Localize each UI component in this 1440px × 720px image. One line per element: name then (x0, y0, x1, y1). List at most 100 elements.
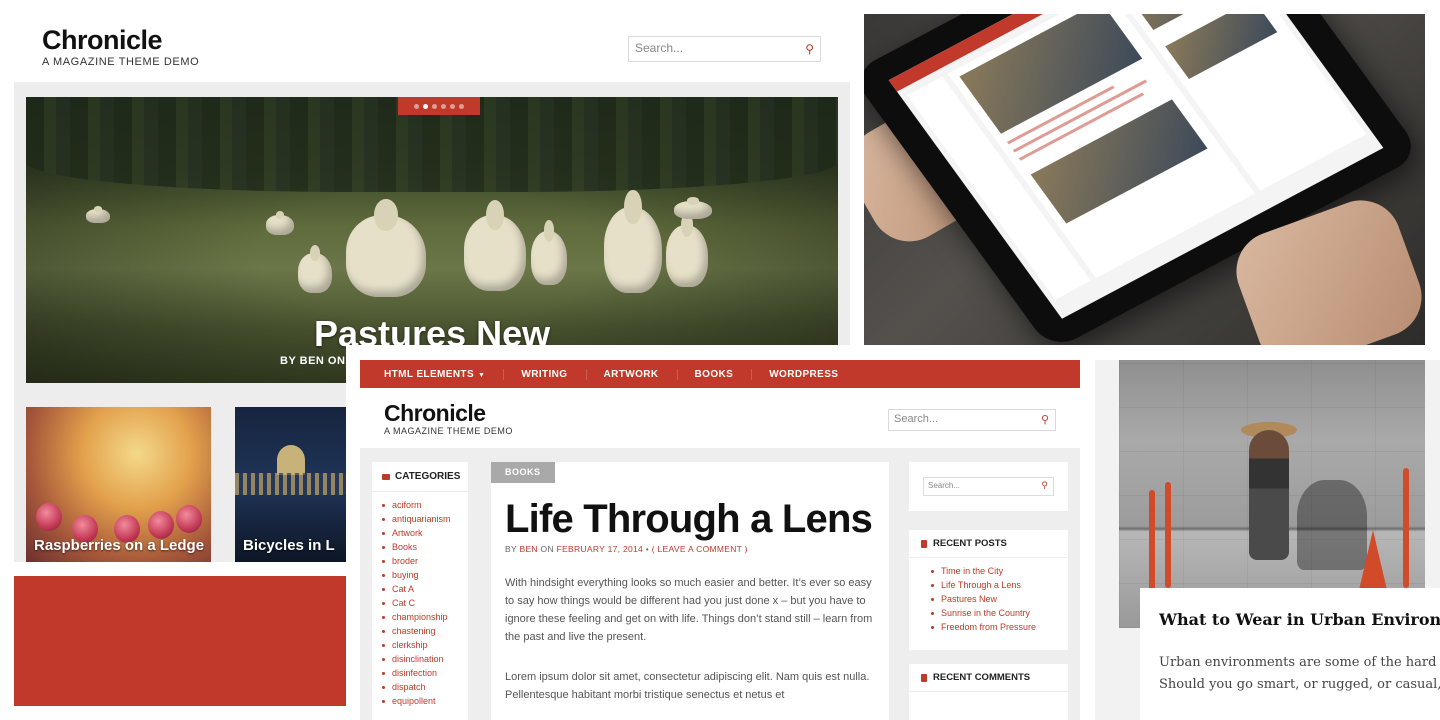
nav-item-html-elements[interactable]: HTML ELEMENTS ▼ (384, 368, 505, 380)
traffic-pole (1403, 468, 1409, 588)
nav-label: HTML ELEMENTS (384, 368, 475, 380)
category-link[interactable]: disinclination (382, 652, 468, 666)
category-link[interactable]: Cat A (382, 582, 468, 596)
traffic-pole (1165, 482, 1171, 588)
category-link[interactable]: aciform (382, 498, 468, 512)
slider-dot[interactable] (450, 103, 455, 109)
comment-link[interactable]: ( LEAVE A COMMENT ) (652, 544, 748, 554)
featured-thumb[interactable]: Bicycles in L (235, 407, 353, 562)
primary-nav: HTML ELEMENTS ▼ WRITING ARTWORK BOOKS WOR… (360, 360, 1080, 388)
nav-item-artwork[interactable]: ARTWORK (604, 368, 678, 380)
categories-widget: CATEGORIES aciform antiquarianism Artwor… (372, 462, 468, 720)
hero-slider[interactable]: Pastures New BY BEN ON (26, 97, 838, 383)
folder-icon (382, 473, 390, 480)
recent-post-link[interactable]: Sunrise in the Country (931, 606, 1068, 620)
sheep (86, 206, 110, 223)
article-title[interactable]: What to Wear in Urban Environn (1159, 610, 1440, 629)
slider-dot[interactable] (459, 103, 464, 109)
article-paragraph: Lorem ipsum dolor sit amet, consectetur … (505, 671, 870, 701)
meta-separator: • (645, 544, 650, 554)
search-icon[interactable]: ⚲ (1041, 413, 1049, 426)
category-link[interactable]: clerkship (382, 638, 468, 652)
search-input[interactable]: Search... ⚲ (628, 36, 821, 62)
category-link[interactable]: dispatch (382, 680, 468, 694)
hero-byline: BY BEN ON (280, 355, 346, 367)
sheep (298, 245, 332, 293)
widget-title: CATEGORIES (395, 471, 461, 482)
article-title[interactable]: Life Through a Lens (505, 495, 873, 543)
sheep (346, 198, 426, 297)
thumb-title[interactable]: Bicycles in L (243, 537, 335, 554)
slider-dot-active[interactable] (423, 103, 428, 109)
content-area: CATEGORIES aciform antiquarianism Artwor… (360, 448, 1080, 720)
tablet-photo (864, 14, 1425, 345)
nav-item-wordpress[interactable]: WORDPRESS (769, 369, 856, 380)
excerpt-line: Should you go smart, or rugged, or casua… (1159, 677, 1440, 692)
bookmark-icon (921, 539, 927, 548)
search-widget: Search... ⚲ (909, 462, 1068, 511)
main-page-panel: HTML ELEMENTS ▼ WRITING ARTWORK BOOKS WOR… (346, 345, 1094, 720)
recent-posts-widget: RECENT POSTS Time in the City Life Throu… (909, 530, 1068, 650)
category-badge[interactable]: BOOKS (491, 462, 555, 483)
recent-posts-list: Time in the City Life Through a Lens Pas… (909, 558, 1068, 634)
category-link[interactable]: disinfection (382, 666, 468, 680)
sheep (464, 199, 526, 291)
recent-post-link[interactable]: Life Through a Lens (931, 578, 1068, 592)
slider-dot[interactable] (441, 103, 446, 109)
raspberry (176, 505, 202, 533)
city-lights (235, 473, 353, 495)
widget-title: RECENT COMMENTS (933, 672, 1031, 683)
search-icon[interactable]: ⚲ (1041, 480, 1048, 491)
search-icon[interactable]: ⚲ (805, 42, 814, 56)
raspberry (36, 503, 62, 531)
excerpt-line: Urban environments are some of the hard (1159, 655, 1437, 670)
category-link[interactable]: championship (382, 610, 468, 624)
author-link[interactable]: BEN (519, 544, 537, 554)
article-meta: BY BEN ON FEBRUARY 17, 2014 • ( LEAVE A … (505, 544, 748, 554)
nav-item-books[interactable]: BOOKS (695, 368, 753, 380)
sidebar-search-input[interactable]: Search... ⚲ (923, 477, 1054, 496)
recent-post-link[interactable]: Time in the City (931, 564, 1068, 578)
slider-dot[interactable] (414, 103, 419, 109)
chevron-down-icon: ▼ (478, 371, 486, 379)
comment-icon (921, 673, 927, 682)
nav-item-writing[interactable]: WRITING (521, 368, 587, 380)
thumb-title[interactable]: Raspberries on a Ledge (34, 537, 204, 554)
category-link[interactable]: Cat C (382, 596, 468, 610)
sheep (266, 211, 294, 235)
recent-post-link[interactable]: Pastures New (931, 592, 1068, 606)
traffic-pole (1149, 490, 1155, 590)
category-link[interactable]: Artwork (382, 526, 468, 540)
widget-header: RECENT POSTS (909, 530, 1068, 558)
category-link[interactable]: buying (382, 568, 468, 582)
meta-by: BY (505, 544, 517, 554)
article-excerpt-card: What to Wear in Urban Environn Urban env… (1140, 588, 1440, 720)
sheep (666, 212, 708, 287)
site-branding: Chronicle A MAGAZINE THEME DEMO (42, 24, 199, 68)
widget-title: RECENT POSTS (933, 538, 1007, 549)
figure-shadow (1297, 480, 1367, 570)
article-excerpt: Urban environments are some of the hard … (1159, 652, 1440, 696)
slider-dot[interactable] (432, 103, 437, 109)
category-link[interactable]: Books (382, 540, 468, 554)
category-link[interactable]: broder (382, 554, 468, 568)
featured-thumb[interactable]: Raspberries on a Ledge (26, 407, 211, 562)
article-paragraph: With hindsight everything looks so much … (505, 577, 873, 643)
category-link[interactable]: antiquarianism (382, 512, 468, 526)
meta-on: ON (540, 544, 554, 554)
woman-figure (1249, 430, 1289, 560)
category-list: aciform antiquarianism Artwork Books bro… (372, 492, 468, 708)
sheep (531, 220, 567, 285)
date-link[interactable]: FEBRUARY 17, 2014 (557, 544, 644, 554)
recent-post-link[interactable]: Freedom from Pressure (931, 620, 1068, 634)
search-placeholder: Search... (635, 41, 684, 55)
slider-pagination[interactable] (398, 97, 480, 115)
category-link[interactable]: equipollent (382, 694, 468, 708)
category-link[interactable]: chastening (382, 624, 468, 638)
recent-comments-widget: RECENT COMMENTS (909, 664, 1068, 720)
site-title[interactable]: Chronicle (384, 400, 513, 426)
search-placeholder: Search... (928, 481, 961, 490)
search-input[interactable]: Search... ⚲ (888, 409, 1056, 431)
site-title[interactable]: Chronicle (42, 24, 199, 56)
article-preview-panel: What to Wear in Urban Environn Urban env… (1095, 360, 1440, 720)
